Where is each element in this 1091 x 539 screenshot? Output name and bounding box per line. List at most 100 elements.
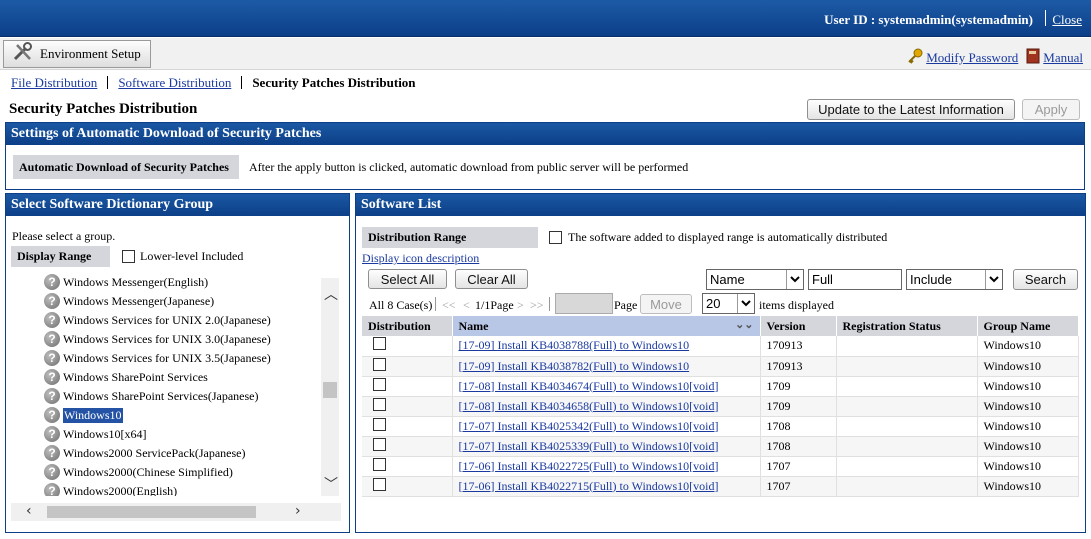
tree-vertical-scrollbar[interactable]: ︿ ﹀ (321, 278, 339, 496)
prev-page-button[interactable]: < (463, 298, 470, 313)
unknown-status-icon: ? (44, 426, 60, 442)
tree-item[interactable]: ? Windows Messenger(English) (44, 274, 208, 290)
menu-bar: Environment Setup Modify Password Manual (0, 38, 1091, 70)
tree-item[interactable]: ? Windows2000 ServicePack(Japanese) (44, 445, 245, 461)
last-page-button[interactable]: >> (530, 298, 544, 313)
modify-password-link[interactable]: Modify Password (907, 48, 1018, 68)
distribution-range-label: Distribution Range (362, 227, 538, 248)
row-checkbox[interactable] (373, 477, 386, 491)
filter-value-input[interactable]: Full (808, 269, 902, 290)
row-checkbox[interactable] (373, 457, 386, 471)
table-row: [17-07] Install KB4025342(Full) to Windo… (362, 416, 1079, 437)
row-checkbox[interactable] (373, 337, 386, 351)
tree-item[interactable]: ? Windows2000(English) (44, 483, 177, 496)
software-name-link[interactable]: [17-09] Install KB4038782(Full) to Windo… (459, 359, 690, 373)
row-checkbox[interactable] (373, 437, 386, 451)
chevron-up-icon[interactable]: ︿ (324, 284, 338, 304)
manual-link[interactable]: Manual (1026, 48, 1083, 68)
filter-mode-select[interactable]: Include (906, 269, 1003, 290)
software-table: Distribution Name ⌄⌄ Version Registratio… (362, 316, 1079, 497)
column-version[interactable]: Version (760, 316, 837, 336)
row-checkbox[interactable] (373, 357, 386, 371)
environment-setup-button[interactable]: Environment Setup (3, 40, 151, 68)
unknown-status-icon: ? (44, 464, 60, 480)
environment-setup-label: Environment Setup (40, 46, 141, 61)
auto-distribute-label: The software added to displayed range is… (568, 230, 888, 244)
book-icon (1026, 48, 1040, 68)
software-name-link[interactable]: [17-08] Install KB4034674(Full) to Windo… (459, 379, 719, 393)
tree-item[interactable]: ? Windows SharePoint Services (44, 369, 208, 385)
group-cell: Windows10 (977, 476, 1079, 497)
group-cell: Windows10 (977, 336, 1079, 357)
scrollbar-thumb[interactable] (323, 382, 337, 398)
software-distribution-link[interactable]: Software Distribution (118, 75, 231, 91)
auto-distribute-checkbox[interactable] (549, 231, 562, 244)
filter-field-select[interactable]: Name (706, 269, 804, 290)
software-name-link[interactable]: [17-07] Install KB4025342(Full) to Windo… (459, 419, 719, 433)
page-title: Security Patches Distribution (9, 101, 198, 117)
tree-item-selected[interactable]: ? Windows10 (44, 406, 124, 424)
unknown-status-icon: ? (44, 388, 60, 404)
software-name-link[interactable]: [17-08] Install KB4034658(Full) to Windo… (459, 399, 719, 413)
row-checkbox[interactable] (373, 377, 386, 391)
status-cell (836, 416, 978, 437)
version-cell: 170913 (760, 356, 837, 377)
page-number-input[interactable] (555, 293, 613, 314)
chevron-down-icon (737, 294, 754, 313)
case-count: All 8 Case(s) (369, 298, 433, 312)
unknown-status-icon: ? (44, 293, 60, 309)
unknown-status-icon: ? (44, 445, 60, 461)
unknown-status-icon: ? (44, 331, 60, 347)
table-row: [17-09] Install KB4038788(Full) to Windo… (362, 336, 1079, 357)
software-name-link[interactable]: [17-09] Install KB4038788(Full) to Windo… (459, 338, 690, 352)
group-prompt: Please select a group. (12, 229, 116, 243)
table-row: [17-09] Install KB4038782(Full) to Windo… (362, 356, 1079, 377)
row-checkbox[interactable] (373, 397, 386, 411)
select-all-button[interactable]: Select All (368, 269, 447, 289)
file-distribution-link[interactable]: File Distribution (11, 75, 97, 91)
tree-item[interactable]: ? Windows Services for UNIX 2.0(Japanese) (44, 312, 271, 328)
software-name-link[interactable]: [17-06] Install KB4022715(Full) to Windo… (459, 479, 719, 493)
tree-item[interactable]: ? Windows2000(Chinese Simplified) (44, 464, 233, 480)
column-distribution[interactable]: Distribution (362, 316, 453, 336)
software-name-link[interactable]: [17-07] Install KB4025339(Full) to Windo… (459, 439, 719, 453)
tree-item[interactable]: ? Windows10[x64] (44, 426, 147, 442)
first-page-button[interactable]: << (442, 298, 456, 313)
lower-level-checkbox[interactable] (122, 250, 135, 263)
apply-button[interactable]: Apply (1022, 99, 1080, 120)
sort-icon: ⌄⌄ (735, 319, 754, 331)
items-per-page-select[interactable]: 20 (702, 293, 755, 314)
unknown-status-icon: ? (44, 407, 60, 423)
status-cell (836, 436, 978, 457)
tree-item[interactable]: ? Windows SharePoint Services(Japanese) (44, 388, 258, 404)
software-name-link[interactable]: [17-06] Install KB4022725(Full) to Windo… (459, 459, 719, 473)
search-button[interactable]: Search (1013, 269, 1078, 290)
divider (107, 76, 109, 89)
tree-horizontal-scrollbar[interactable]: ‹ › (11, 503, 341, 521)
chevron-left-icon[interactable]: ‹ (26, 503, 32, 519)
close-link[interactable]: Close (1052, 12, 1082, 28)
clear-all-button[interactable]: Clear All (455, 269, 528, 289)
column-registration-status[interactable]: Registration Status (836, 316, 978, 336)
column-name[interactable]: Name ⌄⌄ (452, 316, 761, 336)
group-cell: Windows10 (977, 376, 1079, 397)
row-checkbox[interactable] (373, 417, 386, 431)
version-cell: 170913 (760, 336, 837, 357)
status-cell (836, 376, 978, 397)
section-header: Settings of Automatic Download of Securi… (6, 123, 1084, 145)
next-page-button[interactable]: > (517, 298, 524, 313)
unknown-status-icon: ? (44, 274, 60, 290)
version-cell: 1707 (760, 476, 837, 497)
divider (549, 297, 550, 311)
icon-description-link[interactable]: Display icon description (362, 251, 479, 266)
tree-item[interactable]: ? Windows Messenger(Japanese) (44, 293, 214, 309)
update-latest-button[interactable]: Update to the Latest Information (807, 99, 1015, 120)
scrollbar-thumb[interactable] (47, 506, 256, 518)
tree-item[interactable]: ? Windows Services for UNIX 3.5(Japanese) (44, 350, 271, 366)
tree-item[interactable]: ? Windows Services for UNIX 3.0(Japanese) (44, 331, 271, 347)
column-group-name[interactable]: Group Name (977, 316, 1079, 336)
table-row: [17-08] Install KB4034674(Full) to Windo… (362, 376, 1079, 397)
move-button[interactable]: Move (640, 294, 692, 314)
chevron-down-icon[interactable]: ﹀ (324, 474, 338, 494)
chevron-right-icon[interactable]: › (295, 503, 301, 519)
